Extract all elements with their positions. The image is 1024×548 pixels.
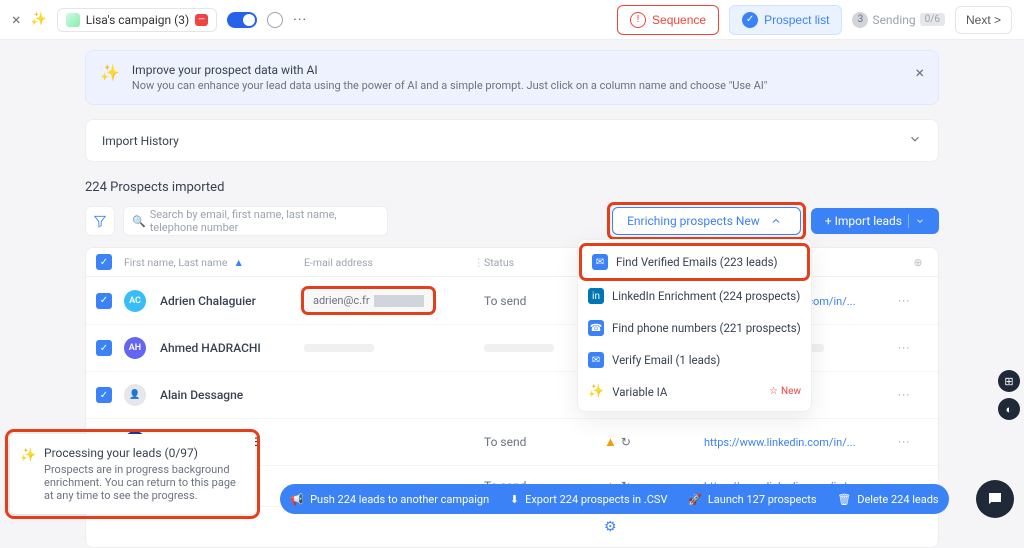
row-actions-icon[interactable]: ···	[898, 341, 910, 355]
row-actions-icon[interactable]: ···	[898, 294, 910, 308]
discord-button[interactable]: ◐	[998, 398, 1020, 420]
search-placeholder: Search by email, first name, last name, …	[150, 208, 379, 234]
check-icon: ✓	[742, 12, 758, 28]
status-cell: To send	[484, 435, 526, 449]
ai-banner-title: Improve your prospect data with AI	[132, 63, 767, 77]
ai-banner: ✨ Improve your prospect data with AI Now…	[85, 50, 939, 105]
campaign-badge: —	[195, 14, 208, 26]
export-csv-button[interactable]: ⬇ Export 224 prospects in .CSV	[510, 493, 668, 506]
email-cell[interactable]: adrien@c.fr	[305, 290, 432, 311]
more-icon[interactable]: ···	[293, 12, 307, 28]
sending-count-badge: 0/6	[920, 13, 945, 26]
next-button[interactable]: Next >	[955, 6, 1012, 34]
megaphone-icon: 📢	[290, 493, 304, 506]
sort-icon[interactable]: ▲	[233, 256, 243, 269]
campaign-name: Lisa's campaign (3)	[86, 13, 189, 27]
campaign-chip[interactable]: Lisa's campaign (3) —	[57, 8, 217, 32]
row-actions-icon[interactable]: ···	[898, 388, 910, 402]
import-label: + Import leads	[825, 214, 902, 228]
mail-icon: ✉	[592, 254, 608, 270]
step-number-icon: 3	[852, 12, 868, 28]
dd-item1-label: Find Verified Emails (223 leads)	[616, 255, 778, 269]
trash-icon: 🗑	[837, 493, 851, 506]
chevron-down-icon	[915, 216, 925, 226]
sparkle-icon: ✨	[31, 12, 47, 27]
download-icon: ⬇	[510, 493, 519, 506]
import-leads-button[interactable]: + Import leads	[811, 208, 939, 234]
processing-toast: ✨ Processing your leads (0/97) Prospects…	[10, 434, 255, 514]
enrich-linkedin[interactable]: in LinkedIn Enrichment (224 prospects)	[578, 280, 811, 312]
new-tag: ☆ New	[769, 386, 801, 397]
enrich-variable-ia[interactable]: ✨ Variable IA ☆ New	[578, 376, 811, 407]
delete-leads-button[interactable]: 🗑 Delete 224 leads	[837, 493, 938, 506]
processing-icon: ⚙	[604, 519, 617, 535]
enrich-label: Enriching prospects New	[627, 214, 760, 228]
prospect-name: Alain Dessagne	[160, 388, 243, 402]
close-icon[interactable]: ×	[12, 10, 21, 29]
th-name[interactable]: First name, Last name	[124, 256, 227, 269]
import-history-accordion[interactable]: Import History	[85, 119, 939, 162]
avatar: AH	[124, 337, 146, 359]
campaign-color-icon	[66, 13, 80, 27]
toast-title: Processing your leads (0/97)	[44, 446, 243, 460]
warning-icon: !	[630, 12, 646, 28]
magic-wand-icon: ✨	[100, 63, 120, 82]
linkedin-cell[interactable]: https://www.linkedin.com/in/...	[704, 436, 855, 449]
add-column-button[interactable]: ⊕	[908, 256, 928, 269]
prospect-name: Ahmed HADRACHI	[160, 341, 261, 355]
section-title: 224 Prospects imported	[85, 180, 939, 195]
th-email[interactable]: E-mail address	[304, 256, 373, 269]
variable-icon: ✨	[588, 384, 604, 399]
row-checkbox[interactable]: ✓	[96, 340, 112, 356]
chevron-down-icon	[908, 132, 922, 149]
sparkle-icon: ✨	[20, 448, 36, 463]
enrich-verify-email[interactable]: ✉ Verify Email (1 leads)	[578, 344, 811, 376]
banner-close-icon[interactable]: ×	[915, 63, 924, 82]
step-prospect-list[interactable]: ✓ Prospect list	[729, 5, 842, 35]
step-sequence[interactable]: ! Sequence	[617, 5, 719, 35]
bulk-action-bar: 📢 Push 224 leads to another campaign ⬇ E…	[280, 484, 949, 514]
step-sending-label: Sending	[872, 13, 915, 27]
chevron-up-icon	[770, 215, 782, 227]
campaign-toggle[interactable]	[227, 12, 257, 28]
phone-icon: ☎	[588, 320, 604, 336]
search-input[interactable]: 🔍 Search by email, first name, last name…	[123, 206, 388, 236]
enrich-dropdown-button[interactable]: Enriching prospects New	[612, 207, 801, 235]
push-leads-button[interactable]: 📢 Push 224 leads to another campaign	[290, 493, 489, 506]
filter-button[interactable]	[85, 206, 115, 236]
chat-widget[interactable]	[976, 480, 1014, 518]
row-checkbox[interactable]: ✓	[96, 293, 112, 309]
step-sequence-label: Sequence	[652, 13, 706, 27]
settings-icon[interactable]	[267, 12, 283, 28]
apps-button[interactable]: ⊞	[998, 370, 1020, 392]
email-placeholder	[304, 344, 374, 352]
step-prospect-label: Prospect list	[764, 13, 829, 27]
toast-body: Prospects are in progress background enr…	[44, 463, 243, 502]
enrich-phone[interactable]: ☎ Find phone numbers (221 prospects)	[578, 312, 811, 344]
th-status[interactable]: Status	[484, 256, 514, 269]
prospect-name: Adrien Chalaguier	[160, 294, 256, 308]
verify-mail-icon: ✉	[588, 352, 604, 368]
status-placeholder	[484, 344, 554, 352]
dd-item2-label: LinkedIn Enrichment (224 prospects)	[612, 289, 800, 303]
enrich-dropdown: ✉ Find Verified Emails (223 leads) in Li…	[577, 239, 812, 412]
warning-icon: ▲ ↻	[604, 434, 631, 450]
select-all-checkbox[interactable]: ✓	[96, 254, 112, 270]
avatar: AC	[124, 290, 146, 312]
avatar: 👤	[124, 384, 146, 406]
dd-item4-label: Verify Email (1 leads)	[612, 353, 720, 367]
status-cell: To send	[484, 294, 526, 308]
linkedin-icon: in	[588, 288, 604, 304]
import-history-label: Import History	[102, 134, 179, 148]
dd-item5-label: Variable IA	[612, 385, 667, 399]
ai-banner-sub: Now you can enhance your lead data using…	[132, 79, 767, 92]
search-icon: 🔍	[132, 215, 146, 228]
row-actions-icon[interactable]: ···	[898, 435, 910, 449]
launch-prospects-button[interactable]: 🚀 Launch 127 prospects	[688, 493, 816, 506]
dd-item3-label: Find phone numbers (221 prospects)	[612, 321, 801, 335]
rocket-icon: 🚀	[688, 493, 702, 506]
enrich-find-emails[interactable]: ✉ Find Verified Emails (223 leads)	[582, 246, 807, 278]
step-sending[interactable]: 3 Sending 0/6	[852, 12, 945, 28]
row-checkbox[interactable]: ✓	[96, 387, 112, 403]
